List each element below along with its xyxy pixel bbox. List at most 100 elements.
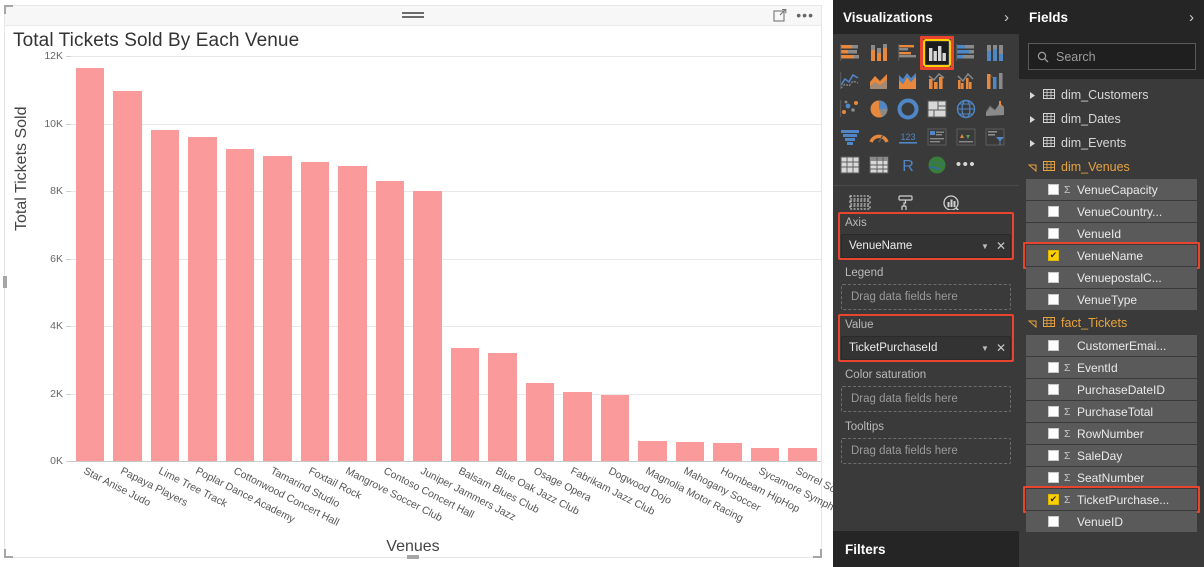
fields-table-dim_Venues[interactable]: dim_Venues — [1026, 155, 1197, 179]
checkbox-checked-icon[interactable] — [1048, 494, 1059, 505]
chart-bar[interactable] — [75, 67, 104, 461]
field-item-SaleDay[interactable]: Σ SaleDay — [1026, 445, 1197, 466]
checkbox-unchecked-icon[interactable] — [1048, 406, 1059, 417]
map-icon[interactable] — [954, 97, 978, 121]
field-item-VenueType[interactable]: VenueType — [1026, 289, 1197, 310]
field-well-dropzone[interactable]: Drag data fields here — [841, 386, 1011, 412]
field-item-VenueID[interactable]: VenueID — [1026, 511, 1197, 532]
clustered-bar-chart-icon[interactable] — [896, 41, 920, 65]
treemap-icon[interactable] — [925, 97, 949, 121]
chart-bar[interactable] — [638, 440, 667, 461]
drag-handle-icon[interactable] — [402, 10, 424, 20]
more-options-icon[interactable]: ••• — [796, 8, 814, 22]
clustered-column-chart-icon[interactable] — [920, 36, 954, 70]
chart-bar[interactable] — [713, 443, 742, 461]
field-well-dropzone[interactable]: Drag data fields here — [841, 284, 1011, 310]
chart-bar[interactable] — [488, 353, 517, 461]
fields-table-dim_Customers[interactable]: dim_Customers — [1026, 83, 1197, 107]
card-icon[interactable]: 123 — [896, 125, 920, 149]
checkbox-unchecked-icon[interactable] — [1048, 340, 1059, 351]
ribbon-chart-icon[interactable] — [983, 69, 1007, 93]
checkbox-unchecked-icon[interactable] — [1048, 472, 1059, 483]
close-icon[interactable]: ✕ — [996, 239, 1006, 253]
area-chart-icon[interactable] — [867, 69, 891, 93]
chart-bar[interactable] — [338, 165, 367, 461]
slicer-icon[interactable] — [983, 125, 1007, 149]
100-percent-stacked-bar-chart-icon[interactable] — [954, 41, 978, 65]
chart-bar[interactable] — [150, 130, 179, 461]
field-item-VenueId[interactable]: VenueId — [1026, 223, 1197, 244]
triangle-collapsed-icon[interactable] — [1028, 139, 1037, 148]
fields-table-dim_Events[interactable]: dim_Events — [1026, 131, 1197, 155]
filled-map-icon[interactable] — [983, 97, 1007, 121]
donut-chart-icon[interactable] — [896, 97, 920, 121]
chart-bar[interactable] — [750, 447, 779, 461]
chart-bar[interactable] — [413, 191, 442, 461]
field-item-PurchaseDateID[interactable]: PurchaseDateID — [1026, 379, 1197, 400]
line-chart-icon[interactable] — [838, 69, 862, 93]
triangle-collapsed-icon[interactable] — [1028, 115, 1037, 124]
stacked-column-chart-icon[interactable] — [867, 41, 891, 65]
field-item-SeatNumber[interactable]: Σ SeatNumber — [1026, 467, 1197, 488]
stacked-bar-chart-icon[interactable] — [838, 41, 862, 65]
fields-table-fact_Tickets[interactable]: fact_Tickets — [1026, 311, 1197, 335]
chart-bar[interactable] — [225, 148, 254, 461]
chart-bar[interactable] — [375, 180, 404, 461]
chart-bar[interactable] — [113, 91, 142, 461]
field-item-VenueCountry[interactable]: VenueCountry... — [1026, 201, 1197, 222]
field-item-EventId[interactable]: Σ EventId — [1026, 357, 1197, 378]
field-item-CustomerEmai[interactable]: CustomerEmai... — [1026, 335, 1197, 356]
close-icon[interactable]: ✕ — [996, 341, 1006, 355]
kpi-icon[interactable] — [954, 125, 978, 149]
r-script-visual-icon[interactable]: R — [896, 153, 920, 177]
checkbox-unchecked-icon[interactable] — [1048, 228, 1059, 239]
fields-table-dim_Dates[interactable]: dim_Dates — [1026, 107, 1197, 131]
chevron-down-icon[interactable]: ▼ — [981, 344, 989, 353]
chart-bar[interactable] — [525, 383, 554, 461]
more-visuals-icon[interactable]: ••• — [954, 153, 978, 177]
field-well-tooltips[interactable]: Tooltips Drag data fields here — [841, 414, 1011, 464]
visual-type-gallery[interactable]: 123 R ••• — [833, 34, 1019, 185]
field-item-PurchaseTotal[interactable]: Σ PurchaseTotal — [1026, 401, 1197, 422]
100-percent-stacked-column-chart-icon[interactable] — [983, 41, 1007, 65]
checkbox-unchecked-icon[interactable] — [1048, 206, 1059, 217]
funnel-chart-icon[interactable] — [838, 125, 862, 149]
checkbox-unchecked-icon[interactable] — [1048, 362, 1059, 373]
field-well-dropzone[interactable]: Drag data fields here — [841, 438, 1011, 464]
field-item-VenueName[interactable]: VenueName — [1023, 242, 1200, 269]
checkbox-unchecked-icon[interactable] — [1048, 450, 1059, 461]
chevron-right-icon[interactable]: › — [1189, 9, 1194, 26]
pie-chart-icon[interactable] — [867, 97, 891, 121]
search-input[interactable]: Search — [1028, 43, 1196, 70]
chart-bar[interactable] — [263, 155, 292, 461]
stacked-area-chart-icon[interactable] — [896, 69, 920, 93]
report-canvas[interactable]: ••• Total Tickets Sold By Each Venue Tot… — [0, 0, 856, 567]
field-well-chip[interactable]: TicketPurchaseId ▼ ✕ — [841, 336, 1011, 360]
field-item-RowNumber[interactable]: Σ RowNumber — [1026, 423, 1197, 444]
line-and-clustered-column-chart-icon[interactable] — [954, 69, 978, 93]
chart-bar[interactable] — [788, 448, 817, 461]
resize-handle-top-left[interactable] — [4, 5, 13, 14]
chart-bar[interactable] — [188, 137, 217, 461]
chevron-right-icon[interactable]: › — [1004, 9, 1009, 26]
checkbox-unchecked-icon[interactable] — [1048, 516, 1059, 527]
focus-mode-icon[interactable] — [773, 8, 787, 22]
line-and-stacked-column-chart-icon[interactable] — [925, 69, 949, 93]
triangle-expanded-icon[interactable] — [1028, 163, 1037, 172]
checkbox-unchecked-icon[interactable] — [1048, 428, 1059, 439]
table-icon[interactable] — [838, 153, 862, 177]
chart-bar[interactable] — [600, 395, 629, 461]
checkbox-unchecked-icon[interactable] — [1048, 294, 1059, 305]
checkbox-checked-icon[interactable] — [1048, 250, 1059, 261]
triangle-expanded-icon[interactable] — [1028, 319, 1037, 328]
matrix-icon[interactable] — [867, 153, 891, 177]
field-item-VenueCapacity[interactable]: Σ VenueCapacity — [1026, 179, 1197, 200]
chart-bar[interactable] — [450, 347, 479, 461]
fields-tree[interactable]: dim_Customers dim_Dates dim_Events dim_Venu… — [1019, 79, 1204, 532]
arcgis-map-icon[interactable] — [925, 153, 949, 177]
triangle-collapsed-icon[interactable] — [1028, 91, 1037, 100]
chart-bar[interactable] — [300, 162, 329, 461]
field-well-legend[interactable]: Legend Drag data fields here — [841, 260, 1011, 310]
field-item-VenuepostalC[interactable]: VenuepostalC... — [1026, 267, 1197, 288]
checkbox-unchecked-icon[interactable] — [1048, 384, 1059, 395]
